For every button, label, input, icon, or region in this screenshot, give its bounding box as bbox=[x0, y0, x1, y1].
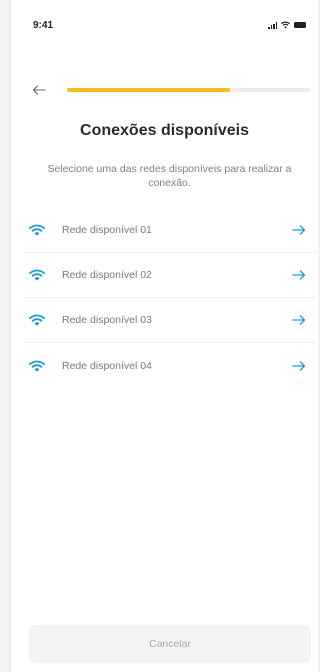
back-button[interactable] bbox=[29, 80, 49, 100]
arrow-right-icon bbox=[292, 315, 306, 325]
cancel-button[interactable]: Cancelar bbox=[29, 625, 311, 663]
wifi-icon bbox=[29, 360, 45, 371]
battery-icon bbox=[294, 22, 306, 28]
status-time: 9:41 bbox=[33, 20, 54, 31]
arrow-right-icon bbox=[292, 225, 306, 235]
network-item-03[interactable]: Rede disponível 03 bbox=[23, 298, 318, 343]
status-bar: 9:41 bbox=[11, 0, 318, 46]
wifi-icon bbox=[29, 314, 45, 326]
wifi-icon bbox=[29, 224, 45, 236]
wifi-icon bbox=[29, 269, 45, 281]
arrow-left-icon bbox=[32, 85, 46, 95]
network-item-02[interactable]: Rede disponível 02 bbox=[23, 253, 318, 298]
network-list: Rede disponível 01 Rede disponível 02 Re… bbox=[23, 208, 318, 388]
progress-bar bbox=[67, 88, 310, 92]
network-item-01[interactable]: Rede disponível 01 bbox=[23, 208, 318, 253]
network-label: Rede disponível 01 bbox=[62, 224, 152, 236]
status-wifi-icon bbox=[281, 21, 290, 29]
arrow-right-icon bbox=[292, 270, 306, 280]
network-label: Rede disponível 04 bbox=[62, 359, 152, 372]
signal-icon bbox=[268, 21, 277, 29]
page-subtitle: Selecione uma das redes disponíveis para… bbox=[47, 163, 292, 189]
page-title: Conexões disponíveis bbox=[80, 122, 249, 139]
progress-fill bbox=[67, 88, 230, 92]
screen: 9:41 Conexões disponíveis Selecione uma … bbox=[10, 0, 318, 672]
network-item-04[interactable]: Rede disponível 04 bbox=[23, 343, 318, 388]
network-label: Rede disponível 03 bbox=[62, 314, 152, 326]
status-icons bbox=[268, 20, 306, 30]
network-label: Rede disponível 02 bbox=[62, 269, 152, 281]
arrow-right-icon bbox=[292, 360, 306, 371]
